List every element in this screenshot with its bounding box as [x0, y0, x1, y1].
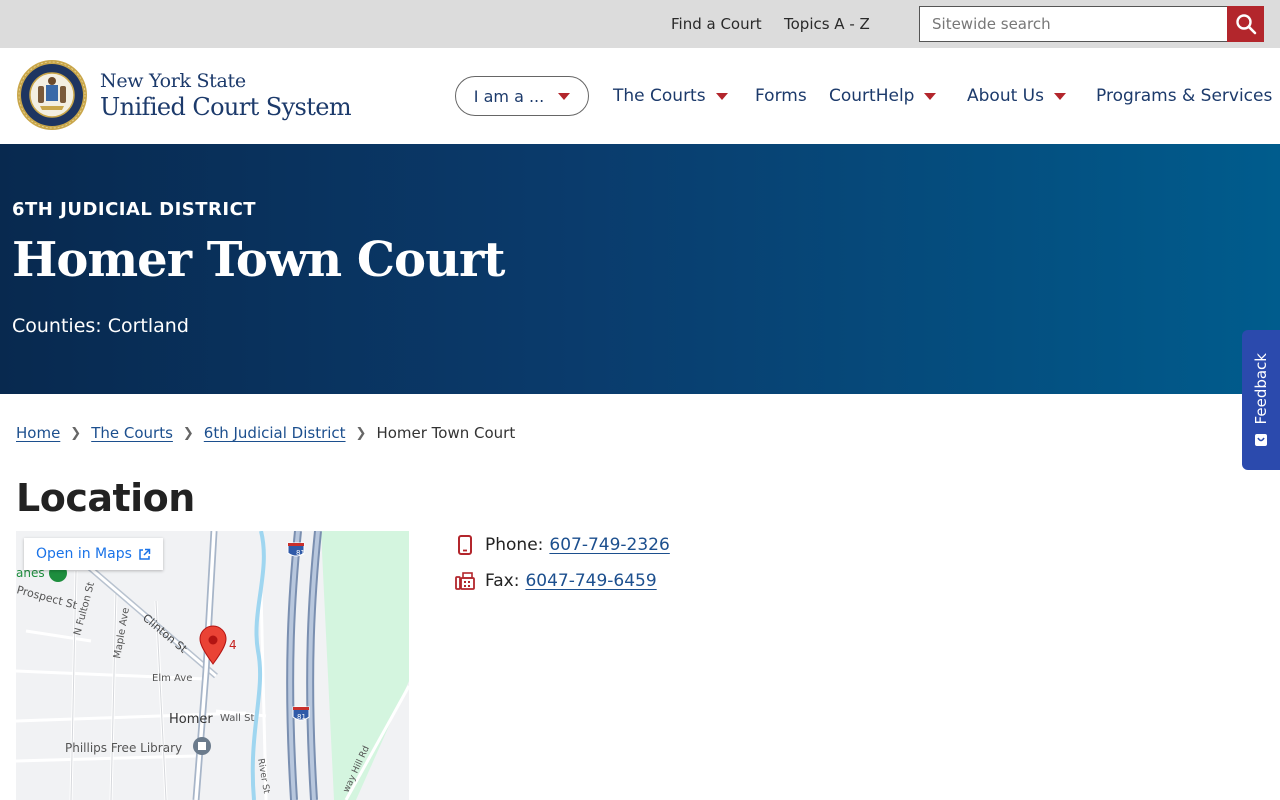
fax-link[interactable]: 6047-749-6459: [525, 571, 656, 591]
nav-about-us[interactable]: About Us: [967, 86, 1066, 106]
nav-forms[interactable]: Forms: [755, 86, 807, 106]
site-header: New York State Unified Court System I am…: [0, 48, 1280, 144]
i-am-a-label: I am a ...: [473, 86, 545, 106]
open-in-maps-label: Open in Maps: [36, 546, 132, 562]
chevron-down-icon: [715, 92, 728, 100]
sitewide-search: [919, 6, 1264, 42]
location-map[interactable]: 81 81 anes Prospect St N Fulton St Maple…: [16, 531, 409, 800]
fax-icon: [455, 571, 475, 591]
i81-label: 81: [297, 713, 306, 721]
search-input[interactable]: [920, 7, 1228, 41]
district-kicker: 6TH JUDICIAL DISTRICT: [12, 199, 257, 220]
phone-label: Phone:: [485, 535, 544, 555]
page-title: Homer Town Court: [12, 232, 505, 288]
chevron-right-icon: ❯: [182, 425, 194, 441]
nav-forms-label: Forms: [755, 86, 807, 106]
counties-text: Counties: Cortland: [12, 315, 189, 337]
external-link-icon: [139, 548, 151, 560]
location-heading: Location: [16, 476, 195, 520]
utility-bar: Find a Court Topics A - Z: [0, 0, 1280, 48]
phone-link[interactable]: 607-749-2326: [549, 535, 669, 555]
nys-seal-logo[interactable]: [16, 59, 88, 131]
feedback-label: Feedback: [1252, 353, 1270, 425]
map-canvas[interactable]: 81 81 anes Prospect St N Fulton St Maple…: [16, 531, 409, 800]
nav-courthelp-label: CourtHelp: [829, 86, 915, 106]
i-am-a-dropdown[interactable]: I am a ...: [455, 76, 589, 116]
chevron-right-icon: ❯: [70, 425, 82, 441]
breadcrumb: Home ❯ The Courts ❯ 6th Judicial Distric…: [16, 424, 515, 442]
nav-courthelp[interactable]: CourtHelp: [829, 86, 937, 106]
map-label-elm: Elm Ave: [152, 673, 192, 684]
fax-label: Fax:: [485, 571, 520, 591]
brand-line-1[interactable]: New York State: [100, 70, 246, 92]
map-label-homer: Homer: [169, 712, 213, 727]
nav-the-courts[interactable]: The Courts: [613, 86, 728, 106]
fax-row: Fax: 6047-749-6459: [455, 571, 657, 591]
pin-label: 4: [229, 638, 237, 652]
search-icon: [1235, 14, 1256, 35]
breadcrumb-current: Homer Town Court: [376, 424, 516, 442]
feedback-tab[interactable]: Feedback: [1242, 330, 1280, 470]
mobile-phone-icon: [455, 535, 475, 555]
feedback-icon: [1255, 433, 1267, 446]
breadcrumb-home[interactable]: Home: [16, 424, 60, 442]
breadcrumb-the-courts[interactable]: The Courts: [91, 424, 173, 442]
open-in-maps-button[interactable]: Open in Maps: [24, 538, 163, 570]
hero-banner: 6TH JUDICIAL DISTRICT Homer Town Court C…: [0, 144, 1280, 394]
library-book-icon: [198, 742, 206, 750]
chevron-down-icon: [1053, 92, 1066, 100]
nav-programs-services[interactable]: Programs & Services: [1096, 86, 1272, 106]
phone-row: Phone: 607-749-2326: [455, 535, 670, 555]
topics-a-z-link[interactable]: Topics A - Z: [784, 15, 870, 33]
find-a-court-link[interactable]: Find a Court: [671, 15, 762, 33]
chevron-down-icon: [558, 92, 571, 100]
map-label-library: Phillips Free Library: [65, 741, 182, 755]
map-label-wall: Wall St: [220, 713, 254, 724]
brand-line-2[interactable]: Unified Court System: [100, 93, 352, 121]
chevron-down-icon: [924, 92, 937, 100]
nav-about-us-label: About Us: [967, 86, 1044, 106]
nav-the-courts-label: The Courts: [613, 86, 706, 106]
nav-programs-services-label: Programs & Services: [1096, 86, 1273, 106]
breadcrumb-6th-judicial-district[interactable]: 6th Judicial District: [204, 424, 346, 442]
i81-label: 81: [296, 549, 305, 557]
search-button[interactable]: [1227, 6, 1264, 42]
chevron-right-icon: ❯: [355, 425, 367, 441]
